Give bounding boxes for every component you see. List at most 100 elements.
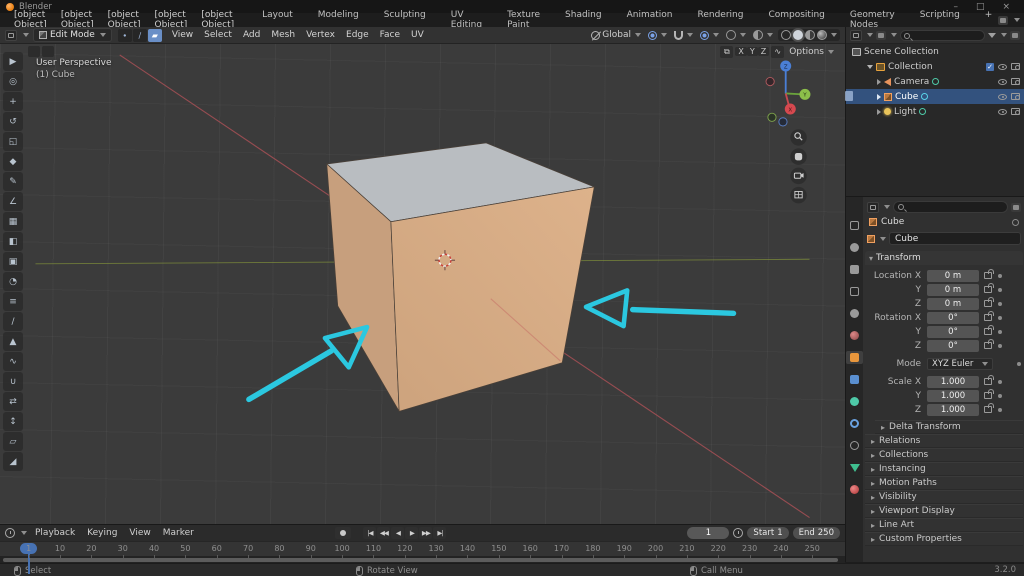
tab-physics[interactable] [846, 417, 863, 430]
vertex-select-button[interactable]: ∙ [117, 28, 132, 42]
animate-dot-icon[interactable] [998, 301, 1002, 306]
use-preview-range-icon[interactable] [733, 528, 744, 538]
animate-dot-icon[interactable] [998, 379, 1002, 384]
frame-tick[interactable]: 140 [452, 542, 483, 558]
disable-in-render-icon[interactable] [1011, 63, 1020, 71]
menu-view[interactable]: View [172, 30, 193, 40]
disable-in-render-icon[interactable] [1011, 93, 1020, 101]
frame-tick[interactable]: 200 [640, 542, 671, 558]
disable-in-render-icon[interactable] [1011, 108, 1020, 116]
frame-tick[interactable]: 230 [734, 542, 765, 558]
section-line-art[interactable]: Line Art [865, 518, 1023, 532]
lock-icon[interactable] [984, 269, 994, 279]
frame-tick[interactable]: 160 [515, 542, 546, 558]
frame-tick[interactable]: 10 [44, 542, 75, 558]
tool-rip-region[interactable]: ◢ [3, 452, 23, 471]
wireframe-shading-button[interactable] [781, 30, 791, 40]
properties-search-input[interactable] [893, 201, 1008, 213]
frame-tick[interactable]: 120 [389, 542, 420, 558]
tool-knife[interactable]: / [3, 312, 23, 331]
tool-transform[interactable]: ◆ [3, 152, 23, 171]
section-delta-transform[interactable]: Delta Transform [875, 420, 1023, 434]
outliner-row-cube[interactable]: Cube [845, 89, 1024, 104]
tab-output[interactable] [846, 263, 863, 276]
editor-type-icon[interactable] [5, 29, 17, 41]
tool-bevel[interactable]: ◔ [3, 272, 23, 291]
face-select-button[interactable]: ▰ [147, 28, 162, 42]
next-keyframe-button[interactable]: ▶▶ [419, 527, 433, 539]
object-name-field[interactable]: Cube [889, 232, 1021, 245]
tab-tool[interactable] [846, 219, 863, 232]
rotation-mode-dropdown[interactable]: XYZ Euler [927, 357, 993, 370]
tab-object-data[interactable] [846, 461, 863, 474]
menu-select[interactable]: Select [204, 30, 232, 40]
show-overlays-toggle[interactable] [724, 30, 748, 40]
rendered-shading-button[interactable] [817, 30, 827, 40]
options-icon[interactable] [1011, 202, 1021, 212]
camera-view-button[interactable] [790, 167, 807, 185]
frame-tick[interactable]: 190 [609, 542, 640, 558]
value-field[interactable]: 0 m [927, 269, 979, 282]
tab-material[interactable] [846, 483, 863, 496]
pin-icon[interactable] [1012, 218, 1019, 226]
cube-object[interactable] [325, 142, 596, 412]
tool-extrude-region[interactable]: ◧ [3, 232, 23, 251]
editor-type-icon[interactable] [867, 201, 879, 213]
tool-move[interactable]: + [3, 92, 23, 111]
outliner-row-light[interactable]: Light [846, 104, 1024, 119]
animate-dot-icon[interactable] [998, 329, 1002, 334]
zoom-button[interactable] [790, 129, 807, 146]
hide-in-viewport-icon[interactable] [998, 63, 1007, 70]
animate-dot-icon[interactable] [998, 407, 1002, 412]
frame-tick[interactable]: 250 [797, 542, 828, 558]
tool-cursor[interactable]: ◎ [3, 72, 23, 91]
lock-icon[interactable] [984, 283, 994, 293]
outliner-row-camera[interactable]: Camera [846, 74, 1024, 89]
hide-in-viewport-icon[interactable] [998, 78, 1007, 85]
value-field[interactable]: 1.000 [927, 375, 979, 388]
prev-keyframe-button[interactable]: ◀◀ [377, 527, 391, 539]
navigation-gizmo[interactable]: Z Y X [765, 60, 811, 127]
lock-icon[interactable] [984, 297, 994, 307]
hide-in-viewport-icon[interactable] [998, 93, 1007, 100]
menu-mesh[interactable]: Mesh [271, 30, 295, 40]
tool-annotate[interactable]: ✎ [3, 172, 23, 191]
tool-inset-faces[interactable]: ▣ [3, 252, 23, 271]
section-custom-properties[interactable]: Custom Properties [865, 532, 1023, 546]
value-field[interactable]: 0 m [927, 283, 979, 296]
frame-tick[interactable]: 40 [138, 542, 169, 558]
tool-scale[interactable]: ◱ [3, 132, 23, 151]
menu-vertex[interactable]: Vertex [306, 30, 335, 40]
play-button[interactable]: ▶ [405, 527, 419, 539]
expand-icon[interactable] [877, 108, 881, 115]
chevron-down-icon[interactable] [831, 33, 837, 37]
scrollbar-thumb[interactable] [3, 557, 838, 562]
gizmo-minus-x[interactable] [765, 76, 775, 87]
value-field[interactable]: 0 m [927, 297, 979, 310]
menu-playback[interactable]: Playback [35, 528, 75, 538]
disable-in-render-icon[interactable] [1011, 78, 1020, 86]
expand-icon[interactable] [877, 93, 881, 100]
animate-dot-icon[interactable] [998, 273, 1002, 278]
lock-icon[interactable] [984, 325, 994, 335]
frame-tick[interactable]: 80 [264, 542, 295, 558]
animate-dot-icon[interactable] [998, 287, 1002, 292]
frame-tick[interactable]: 150 [483, 542, 514, 558]
frame-tick[interactable]: 1 [13, 542, 44, 558]
gizmo-minus-z[interactable] [778, 117, 788, 127]
tool-rotate[interactable]: ↺ [3, 112, 23, 131]
tool-smooth[interactable]: ∪ [3, 372, 23, 391]
show-gizmo-toggle[interactable] [751, 30, 775, 40]
animate-dot-icon[interactable] [998, 343, 1002, 348]
menu-view[interactable]: View [129, 528, 150, 538]
tool-poly-build[interactable]: ▲ [3, 332, 23, 351]
outliner-search-input[interactable] [900, 29, 985, 41]
tool-select-box[interactable]: ▶ [3, 52, 23, 71]
snap-settings-icon[interactable]: ∿ [771, 45, 785, 58]
tab-view-layer[interactable] [846, 285, 863, 298]
frame-start-field[interactable]: Start 1 [747, 527, 789, 539]
collection-checkbox[interactable]: ✓ [986, 62, 994, 71]
menu-uv[interactable]: UV [411, 30, 424, 40]
hide-in-viewport-icon[interactable] [998, 108, 1007, 115]
gizmo-minus-y[interactable] [767, 112, 777, 122]
